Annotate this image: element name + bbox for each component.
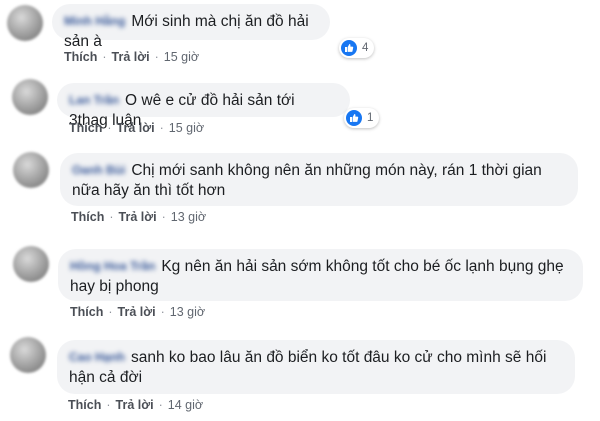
like-link[interactable]: Thích: [68, 398, 101, 412]
comment-bubble: Lan Trần O wê e cử đồ hải sản tới 3thag l…: [57, 83, 350, 129]
like-link[interactable]: Thích: [71, 210, 104, 224]
reaction-count[interactable]: 1: [344, 108, 380, 128]
comment-actions: Thích · Trả lời · 13 giờ: [70, 305, 206, 319]
comment-text: sanh ko bao lâu ăn đồ biển ko tốt đâu ko…: [69, 349, 547, 386]
comment-text: Chị mới sanh không nên ăn những món này,…: [72, 162, 542, 199]
comment-time[interactable]: 13 giờ: [170, 305, 205, 319]
comment-bubble: Cao Hạnh sanh ko bao lâu ăn đồ biển ko tố…: [57, 340, 575, 394]
avatar[interactable]: [13, 246, 49, 282]
comment-author[interactable]: Cao Hạnh: [69, 347, 125, 367]
reaction-count[interactable]: 4: [339, 38, 375, 58]
reply-link[interactable]: Trả lời: [118, 305, 156, 319]
like-icon: [341, 40, 357, 56]
avatar[interactable]: [13, 152, 49, 188]
comment-actions: Thích · Trả lời · 13 giờ: [71, 210, 207, 224]
reaction-number: 1: [367, 112, 374, 124]
comment-time[interactable]: 15 giờ: [164, 50, 199, 64]
comment-author[interactable]: Lan Trần: [69, 90, 119, 110]
reply-link[interactable]: Trả lời: [116, 398, 154, 412]
like-link[interactable]: Thích: [69, 121, 102, 135]
comment-time[interactable]: 14 giờ: [168, 398, 203, 412]
comment-actions: Thích · Trả lời · 14 giờ: [68, 398, 204, 412]
like-icon: [346, 110, 362, 126]
comment-time[interactable]: 15 giờ: [169, 121, 204, 135]
reply-link[interactable]: Trả lời: [119, 210, 157, 224]
comment-bubble: Minh Hằng Mới sinh mà chị ăn đồ hải sản à: [52, 4, 330, 50]
comment-author[interactable]: Minh Hằng: [64, 11, 125, 31]
avatar[interactable]: [10, 337, 46, 373]
reply-link[interactable]: Trả lời: [112, 50, 150, 64]
comment-author[interactable]: Oanh Bùi: [72, 160, 125, 180]
comment-time[interactable]: 13 giờ: [171, 210, 206, 224]
like-link[interactable]: Thích: [64, 50, 97, 64]
comment-author[interactable]: Hồng Hoa Trần: [70, 256, 155, 276]
like-link[interactable]: Thích: [70, 305, 103, 319]
comment-bubble: Oanh Bùi Chị mới sanh không nên ăn những …: [60, 153, 578, 206]
comment-bubble: Hồng Hoa Trần Kg nên ăn hải sản sớm không…: [58, 249, 583, 301]
avatar[interactable]: [7, 5, 43, 41]
comment-actions: Thích · Trả lời · 15 giờ: [69, 121, 205, 135]
reaction-number: 4: [362, 42, 369, 54]
reply-link[interactable]: Trả lời: [117, 121, 155, 135]
comment-actions: Thích · Trả lời · 15 giờ: [64, 50, 200, 64]
avatar[interactable]: [12, 79, 48, 115]
